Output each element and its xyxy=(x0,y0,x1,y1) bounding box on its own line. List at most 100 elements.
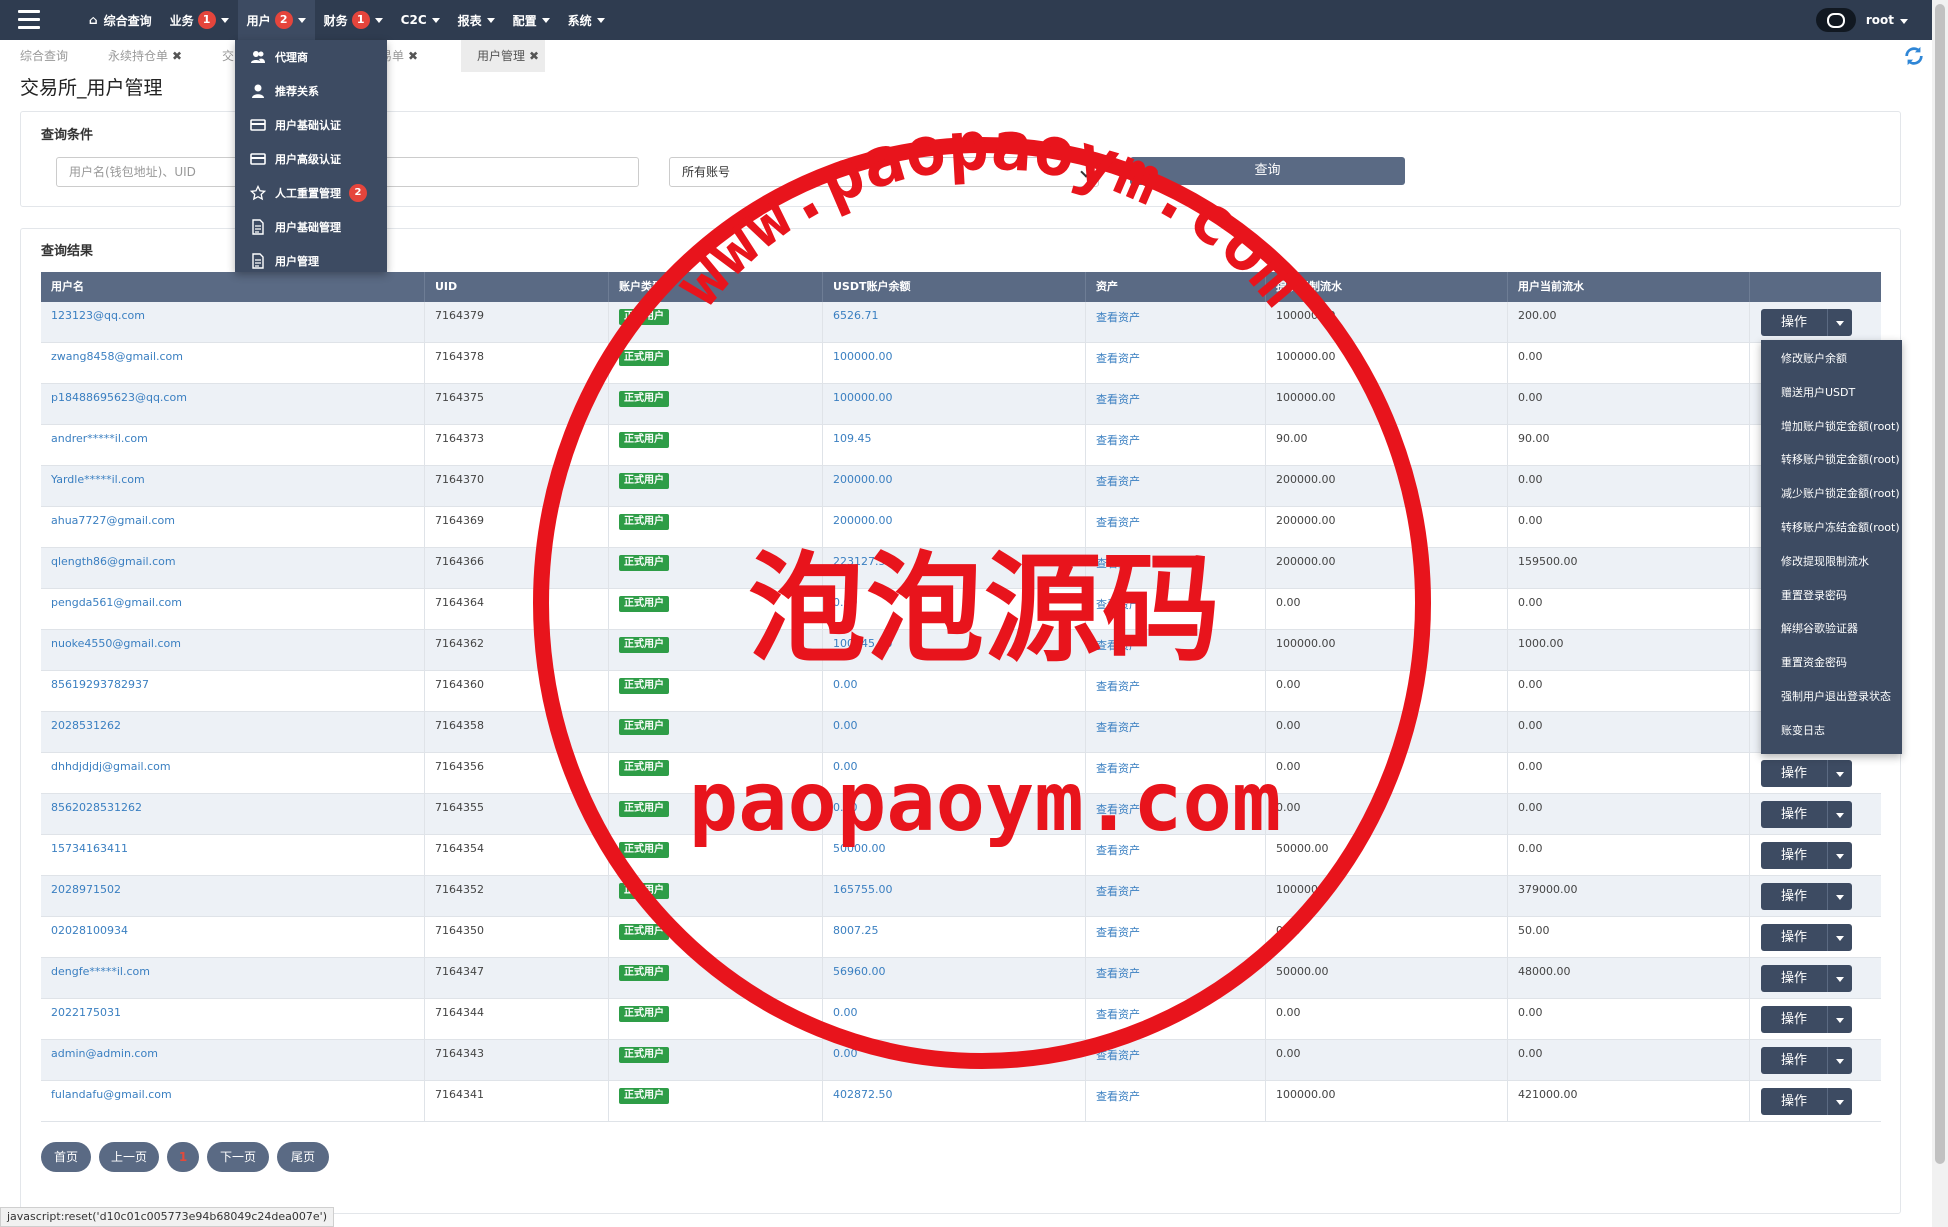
pagination-1[interactable]: 上一页 xyxy=(99,1142,159,1172)
pagination-3[interactable]: 下一页 xyxy=(207,1142,269,1172)
nav-menu-2[interactable]: 用户 2 xyxy=(237,0,315,40)
cell-usdt[interactable]: 200000.00 xyxy=(823,507,1086,548)
cell-asset[interactable]: 查看资产 xyxy=(1086,794,1266,835)
nav-menu-6[interactable]: 配置 xyxy=(504,0,559,40)
cell-asset[interactable]: 查看资产 xyxy=(1086,507,1266,548)
user-menu[interactable]: root xyxy=(1866,13,1908,27)
cell-asset[interactable]: 查看资产 xyxy=(1086,958,1266,999)
cell-asset[interactable]: 查看资产 xyxy=(1086,302,1266,343)
tab-0[interactable]: 综合查询 xyxy=(20,40,68,72)
user-menu-item-3[interactable]: 用户高级认证 xyxy=(235,142,387,176)
nav-menu-4[interactable]: C2C xyxy=(392,0,449,40)
operation-button-group[interactable]: 操作 xyxy=(1761,1088,1852,1115)
operation-button-group[interactable]: 操作 xyxy=(1761,842,1852,869)
query-button[interactable]: 查询 xyxy=(1130,157,1405,185)
hamburger-menu-icon[interactable] xyxy=(18,10,40,30)
cell-user[interactable]: 123123@qq.com xyxy=(41,302,425,343)
operation-button[interactable]: 操作 xyxy=(1761,924,1827,951)
cell-asset[interactable]: 查看资产 xyxy=(1086,548,1266,589)
cell-usdt[interactable]: 0.00 xyxy=(823,794,1086,835)
nav-menu-7[interactable]: 系统 xyxy=(559,0,614,40)
page-scrollbar[interactable] xyxy=(1932,0,1948,1227)
cell-asset[interactable]: 查看资产 xyxy=(1086,876,1266,917)
cell-asset[interactable]: 查看资产 xyxy=(1086,753,1266,794)
user-menu-item-4[interactable]: 人工重置管理 2 xyxy=(235,176,387,210)
operation-button-group[interactable]: 操作 xyxy=(1761,924,1852,951)
pagination-4[interactable]: 尾页 xyxy=(277,1142,329,1172)
cell-usdt[interactable]: 100000.00 xyxy=(823,384,1086,425)
operation-button-group[interactable]: 操作 xyxy=(1761,965,1852,992)
operation-caret-button[interactable] xyxy=(1827,760,1852,787)
operation-menu-item-0[interactable]: 修改账户余额 xyxy=(1761,342,1902,376)
cell-usdt[interactable]: 200000.00 xyxy=(823,466,1086,507)
pagination-0[interactable]: 首页 xyxy=(41,1142,91,1172)
cell-user[interactable]: 02028100934 xyxy=(41,917,425,958)
operation-caret-button[interactable] xyxy=(1827,1047,1852,1074)
operation-menu-item-2[interactable]: 增加账户锁定金额(root) xyxy=(1761,410,1902,444)
tab-2[interactable]: 交 xyxy=(222,40,234,72)
operation-button[interactable]: 操作 xyxy=(1761,965,1827,992)
close-icon[interactable]: ✖ xyxy=(172,49,182,63)
operation-menu-item-4[interactable]: 减少账户锁定金额(root) xyxy=(1761,477,1902,511)
cell-asset[interactable]: 查看资产 xyxy=(1086,630,1266,671)
cell-asset[interactable]: 查看资产 xyxy=(1086,917,1266,958)
nav-menu-0[interactable]: ⌂ 综合查询 xyxy=(80,0,161,40)
operation-menu-item-1[interactable]: 赠送用户USDT xyxy=(1761,376,1902,410)
cell-user[interactable]: p18488695623@qq.com xyxy=(41,384,425,425)
operation-caret-button[interactable] xyxy=(1827,965,1852,992)
cell-usdt[interactable]: 165755.00 xyxy=(823,876,1086,917)
cell-usdt[interactable]: 6526.71 xyxy=(823,302,1086,343)
cell-asset[interactable]: 查看资产 xyxy=(1086,466,1266,507)
cell-user[interactable]: fulandafu@gmail.com xyxy=(41,1081,425,1122)
operation-button-group[interactable]: 操作 xyxy=(1761,801,1852,828)
refresh-icon[interactable] xyxy=(1903,45,1925,67)
nav-menu-3[interactable]: 财务 1 xyxy=(315,0,392,40)
operation-button[interactable]: 操作 xyxy=(1761,760,1827,787)
operation-menu-item-6[interactable]: 修改提现限制流水 xyxy=(1761,545,1902,579)
user-menu-item-0[interactable]: 代理商 xyxy=(235,40,387,74)
cell-usdt[interactable]: 109.45 xyxy=(823,425,1086,466)
operation-button[interactable]: 操作 xyxy=(1761,1088,1827,1115)
cell-usdt[interactable]: 0.00 xyxy=(823,712,1086,753)
cell-usdt[interactable]: 0.00 xyxy=(823,589,1086,630)
cell-usdt[interactable]: 0.00 xyxy=(823,753,1086,794)
user-menu-item-5[interactable]: 用户基础管理 xyxy=(235,210,387,244)
cell-usdt[interactable]: 223127.50 xyxy=(823,548,1086,589)
operation-menu-item-9[interactable]: 重置资金密码 xyxy=(1761,646,1902,680)
cell-user[interactable]: qlength86@gmail.com xyxy=(41,548,425,589)
cell-user[interactable]: nuoke4550@gmail.com xyxy=(41,630,425,671)
operation-caret-button[interactable] xyxy=(1827,883,1852,910)
cell-asset[interactable]: 查看资产 xyxy=(1086,1040,1266,1081)
cell-user[interactable]: admin@admin.com xyxy=(41,1040,425,1081)
nav-menu-5[interactable]: 报表 xyxy=(449,0,504,40)
scrollbar-thumb[interactable] xyxy=(1935,4,1945,1164)
cell-user[interactable]: dengfe*****il.com xyxy=(41,958,425,999)
account-select[interactable]: 所有账号 xyxy=(669,157,1099,187)
operation-menu-item-10[interactable]: 强制用户退出登录状态 xyxy=(1761,680,1902,714)
user-menu-item-1[interactable]: 推荐关系 xyxy=(235,74,387,108)
cell-user[interactable]: zwang8458@gmail.com xyxy=(41,343,425,384)
cell-asset[interactable]: 查看资产 xyxy=(1086,835,1266,876)
chat-icon[interactable] xyxy=(1815,8,1856,32)
operation-menu-item-3[interactable]: 转移账户锁定金额(root) xyxy=(1761,443,1902,477)
operation-caret-button[interactable] xyxy=(1827,1006,1852,1033)
cell-user[interactable]: 2028531262 xyxy=(41,712,425,753)
operation-caret-button[interactable] xyxy=(1827,309,1852,336)
operation-button-group[interactable]: 操作 xyxy=(1761,760,1852,787)
cell-usdt[interactable]: 100145.00 xyxy=(823,630,1086,671)
operation-button[interactable]: 操作 xyxy=(1761,883,1827,910)
operation-button[interactable]: 操作 xyxy=(1761,309,1827,336)
user-menu-item-2[interactable]: 用户基础认证 xyxy=(235,108,387,142)
cell-user[interactable]: 2028971502 xyxy=(41,876,425,917)
cell-asset[interactable]: 查看资产 xyxy=(1086,343,1266,384)
cell-user[interactable]: andrer*****il.com xyxy=(41,425,425,466)
tab-4[interactable]: 用户管理 ✖ xyxy=(461,40,545,72)
operation-button[interactable]: 操作 xyxy=(1761,1047,1827,1074)
operation-button-group[interactable]: 操作 xyxy=(1761,883,1852,910)
cell-usdt[interactable]: 0.00 xyxy=(823,1040,1086,1081)
operation-caret-button[interactable] xyxy=(1827,924,1852,951)
operation-button[interactable]: 操作 xyxy=(1761,1006,1827,1033)
cell-usdt[interactable]: 50000.00 xyxy=(823,835,1086,876)
operation-caret-button[interactable] xyxy=(1827,842,1852,869)
tab-1[interactable]: 永续持仓单 ✖ xyxy=(108,40,182,72)
